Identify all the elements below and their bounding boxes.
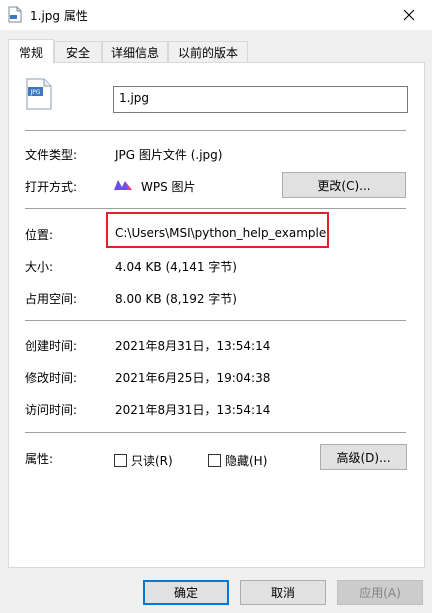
window-title: 1.jpg 属性: [30, 9, 88, 23]
jpg-file-icon: JPG: [26, 78, 52, 110]
cancel-button[interactable]: 取消: [240, 580, 326, 605]
tab-previous-versions[interactable]: 以前的版本: [168, 41, 248, 62]
divider: [25, 208, 406, 209]
open-with-label: 打开方式:: [25, 180, 78, 194]
type-value: JPG 图片文件 (.jpg): [115, 148, 223, 162]
readonly-checkbox[interactable]: 只读(R): [114, 452, 173, 469]
general-panel: [8, 62, 425, 568]
tab-details[interactable]: 详细信息: [102, 41, 168, 62]
file-icon: [8, 6, 22, 23]
change-button[interactable]: 更改(C)...: [282, 172, 406, 198]
title-bar: 1.jpg 属性: [0, 0, 432, 30]
close-icon: [403, 9, 415, 21]
divider: [25, 320, 406, 321]
modified-label: 修改时间:: [25, 371, 78, 385]
tab-security[interactable]: 安全: [54, 41, 102, 62]
apply-button[interactable]: 应用(A): [337, 580, 423, 605]
close-button[interactable]: [386, 0, 432, 30]
size-label: 大小:: [25, 260, 54, 274]
divider: [25, 432, 406, 433]
open-with-value: WPS 图片: [141, 180, 196, 194]
modified-value: 2021年6月25日，19:04:38: [115, 371, 271, 385]
attributes-label: 属性:: [25, 452, 54, 466]
checkbox-box[interactable]: [114, 454, 127, 467]
disk-size-value: 8.00 KB (8,192 字节): [115, 292, 237, 306]
wps-app-icon: [114, 180, 132, 190]
file-name-input[interactable]: 1.jpg: [113, 86, 408, 113]
type-label: 文件类型:: [25, 148, 78, 162]
accessed-value: 2021年8月31日，13:54:14: [115, 403, 271, 417]
hidden-checkbox[interactable]: 隐藏(H): [208, 452, 267, 469]
accessed-label: 访问时间:: [25, 403, 78, 417]
size-value: 4.04 KB (4,141 字节): [115, 260, 237, 274]
tab-general[interactable]: 常规: [8, 39, 54, 64]
disk-size-label: 占用空间:: [25, 292, 78, 306]
advanced-button[interactable]: 高级(D)...: [320, 444, 407, 470]
file-icon-badge: JPG: [29, 89, 40, 96]
checkbox-box[interactable]: [208, 454, 221, 467]
created-label: 创建时间:: [25, 339, 78, 353]
hidden-label: 隐藏(H): [225, 454, 268, 468]
highlight-box: [106, 212, 329, 248]
created-value: 2021年8月31日，13:54:14: [115, 339, 271, 353]
readonly-label: 只读(R): [131, 454, 173, 468]
divider: [25, 130, 406, 131]
location-label: 位置:: [25, 228, 54, 242]
ok-button[interactable]: 确定: [143, 580, 229, 605]
